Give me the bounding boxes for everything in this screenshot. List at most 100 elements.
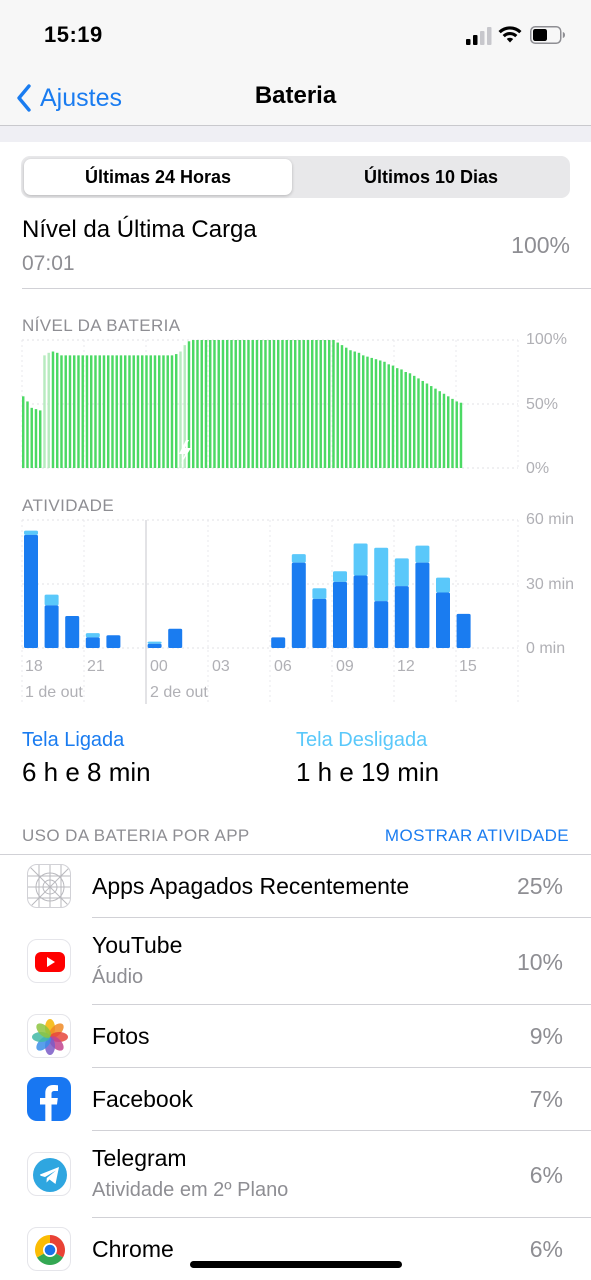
battery-level-bar — [349, 350, 352, 468]
battery-level-bar — [39, 410, 42, 468]
battery-icon — [530, 26, 565, 44]
activity-label: ATIVIDADE — [22, 496, 115, 515]
activity-y-label-60: 60 min — [526, 511, 575, 528]
battery-level-bar — [345, 347, 348, 468]
app-subtitle: Atividade em 2º Plano — [92, 1179, 289, 1201]
app-percentage: 7% — [529, 1086, 563, 1112]
screen-on-bar — [291, 562, 306, 648]
cellular-signal-icon — [466, 27, 492, 45]
battery-level-label: NÍVEL DA BATERIA — [22, 316, 181, 335]
battery-level-bar — [362, 355, 365, 468]
screen-on-bar — [436, 592, 450, 648]
chrome-icon — [27, 1227, 71, 1271]
segment-last-10-days[interactable]: Últimos 10 Dias — [295, 159, 567, 195]
app-subtitle: Áudio — [92, 966, 144, 988]
battery-level-bar — [459, 402, 463, 468]
battery-level-bar — [353, 351, 356, 468]
battery-level-bar — [145, 355, 148, 468]
battery-level-bar — [238, 340, 242, 468]
battery-level-bar — [51, 351, 55, 468]
battery-level-bar — [332, 340, 335, 468]
screen-on-bar — [415, 562, 430, 648]
battery-level-bar — [379, 360, 382, 468]
app-row-photos[interactable]: Fotos 9% — [0, 1005, 591, 1067]
app-percentage: 10% — [516, 949, 563, 975]
battery-level-bar — [166, 355, 169, 468]
battery-level-chart[interactable] — [0, 336, 591, 476]
battery-level-bar — [366, 356, 369, 468]
battery-level-bar — [98, 355, 101, 468]
apps-usage-header: USO DA BATERIA POR APP — [22, 826, 250, 845]
battery-level-bar — [77, 355, 80, 468]
app-row-telegram[interactable]: Telegram Atividade em 2º Plano 6% — [0, 1131, 591, 1217]
battery-level-bar — [251, 340, 254, 468]
time-range-segmented-control: Últimas 24 Horas Últimos 10 Dias — [21, 156, 570, 198]
battery-level-bar — [396, 368, 399, 468]
battery-level-bar — [340, 345, 344, 468]
battery-level-bar — [451, 398, 454, 468]
battery-level-bar — [302, 340, 305, 468]
screen-off-bar — [85, 633, 100, 638]
screen-on-bar — [168, 628, 183, 648]
app-percentage: 6% — [529, 1162, 563, 1188]
battery-level-bar — [43, 355, 46, 468]
battery-level-bar — [319, 340, 322, 468]
screen-off-bar — [374, 547, 389, 602]
battery-level-bar — [111, 355, 114, 468]
battery-level-bar — [196, 340, 199, 468]
battery-level-bar — [374, 359, 378, 468]
screen-off-bar — [353, 543, 368, 576]
battery-level-bar — [315, 340, 318, 468]
app-row-deleted-apps[interactable]: Apps Apagados Recentemente 25% — [0, 855, 591, 917]
battery-level-bar — [136, 355, 140, 468]
screen-on-bar — [456, 613, 471, 648]
screen-on-bar — [106, 635, 121, 648]
battery-level-bar — [391, 365, 395, 468]
battery-level-bar — [192, 340, 195, 468]
activity-x-label: 00 — [150, 658, 168, 675]
battery-level-bar — [68, 355, 72, 468]
battery-level-bar — [132, 355, 135, 468]
battery-level-bar — [209, 340, 212, 468]
screen-on-bar — [333, 581, 347, 648]
screen-off-bar — [147, 641, 162, 644]
battery-level-bar — [141, 355, 144, 468]
screen-off-bar — [291, 554, 306, 563]
status-bar: 15:19 — [0, 0, 591, 70]
activity-x-label: 12 — [397, 658, 415, 675]
battery-level-bar — [260, 340, 263, 468]
segment-last-24-hours[interactable]: Últimas 24 Horas — [24, 159, 292, 195]
battery-level-bar — [370, 357, 373, 468]
app-name: Facebook — [92, 1086, 194, 1112]
navigation-bar: Ajustes Bateria — [0, 70, 591, 126]
home-indicator[interactable] — [190, 1261, 402, 1268]
app-row-facebook[interactable]: Facebook 7% — [0, 1068, 591, 1130]
show-activity-button[interactable]: MOSTRAR ATIVIDADE — [385, 826, 569, 846]
battery-level-bar — [158, 355, 161, 468]
screen-off-bar — [415, 545, 430, 563]
battery-level-bar — [60, 355, 63, 468]
battery-level-bar — [153, 355, 157, 468]
battery-level-bar — [200, 340, 203, 468]
battery-level-bar — [243, 340, 246, 468]
battery-level-bar — [438, 391, 441, 468]
battery-level-bar — [417, 378, 420, 468]
app-percentage: 6% — [529, 1236, 563, 1262]
divider — [22, 288, 591, 289]
battery-level-bar — [434, 388, 437, 468]
screen-off-bar — [24, 530, 38, 535]
activity-y-label-30: 30 min — [526, 576, 575, 593]
battery-level-bar — [277, 340, 280, 468]
battery-level-bar — [264, 340, 267, 468]
activity-date-label: 2 de out — [150, 684, 208, 701]
status-time: 15:19 — [44, 22, 103, 47]
battery-level-bar — [47, 352, 50, 468]
battery-level-bar — [170, 355, 174, 468]
battery-level-bar — [421, 380, 424, 468]
app-row-youtube[interactable]: YouTube Áudio 10% — [0, 918, 591, 1004]
battery-level-bar — [107, 355, 110, 468]
app-row-chrome[interactable]: Chrome 6% — [0, 1218, 591, 1280]
app-name: YouTube — [92, 932, 183, 958]
battery-level-bar — [102, 355, 106, 468]
battery-level-bar — [404, 372, 407, 468]
